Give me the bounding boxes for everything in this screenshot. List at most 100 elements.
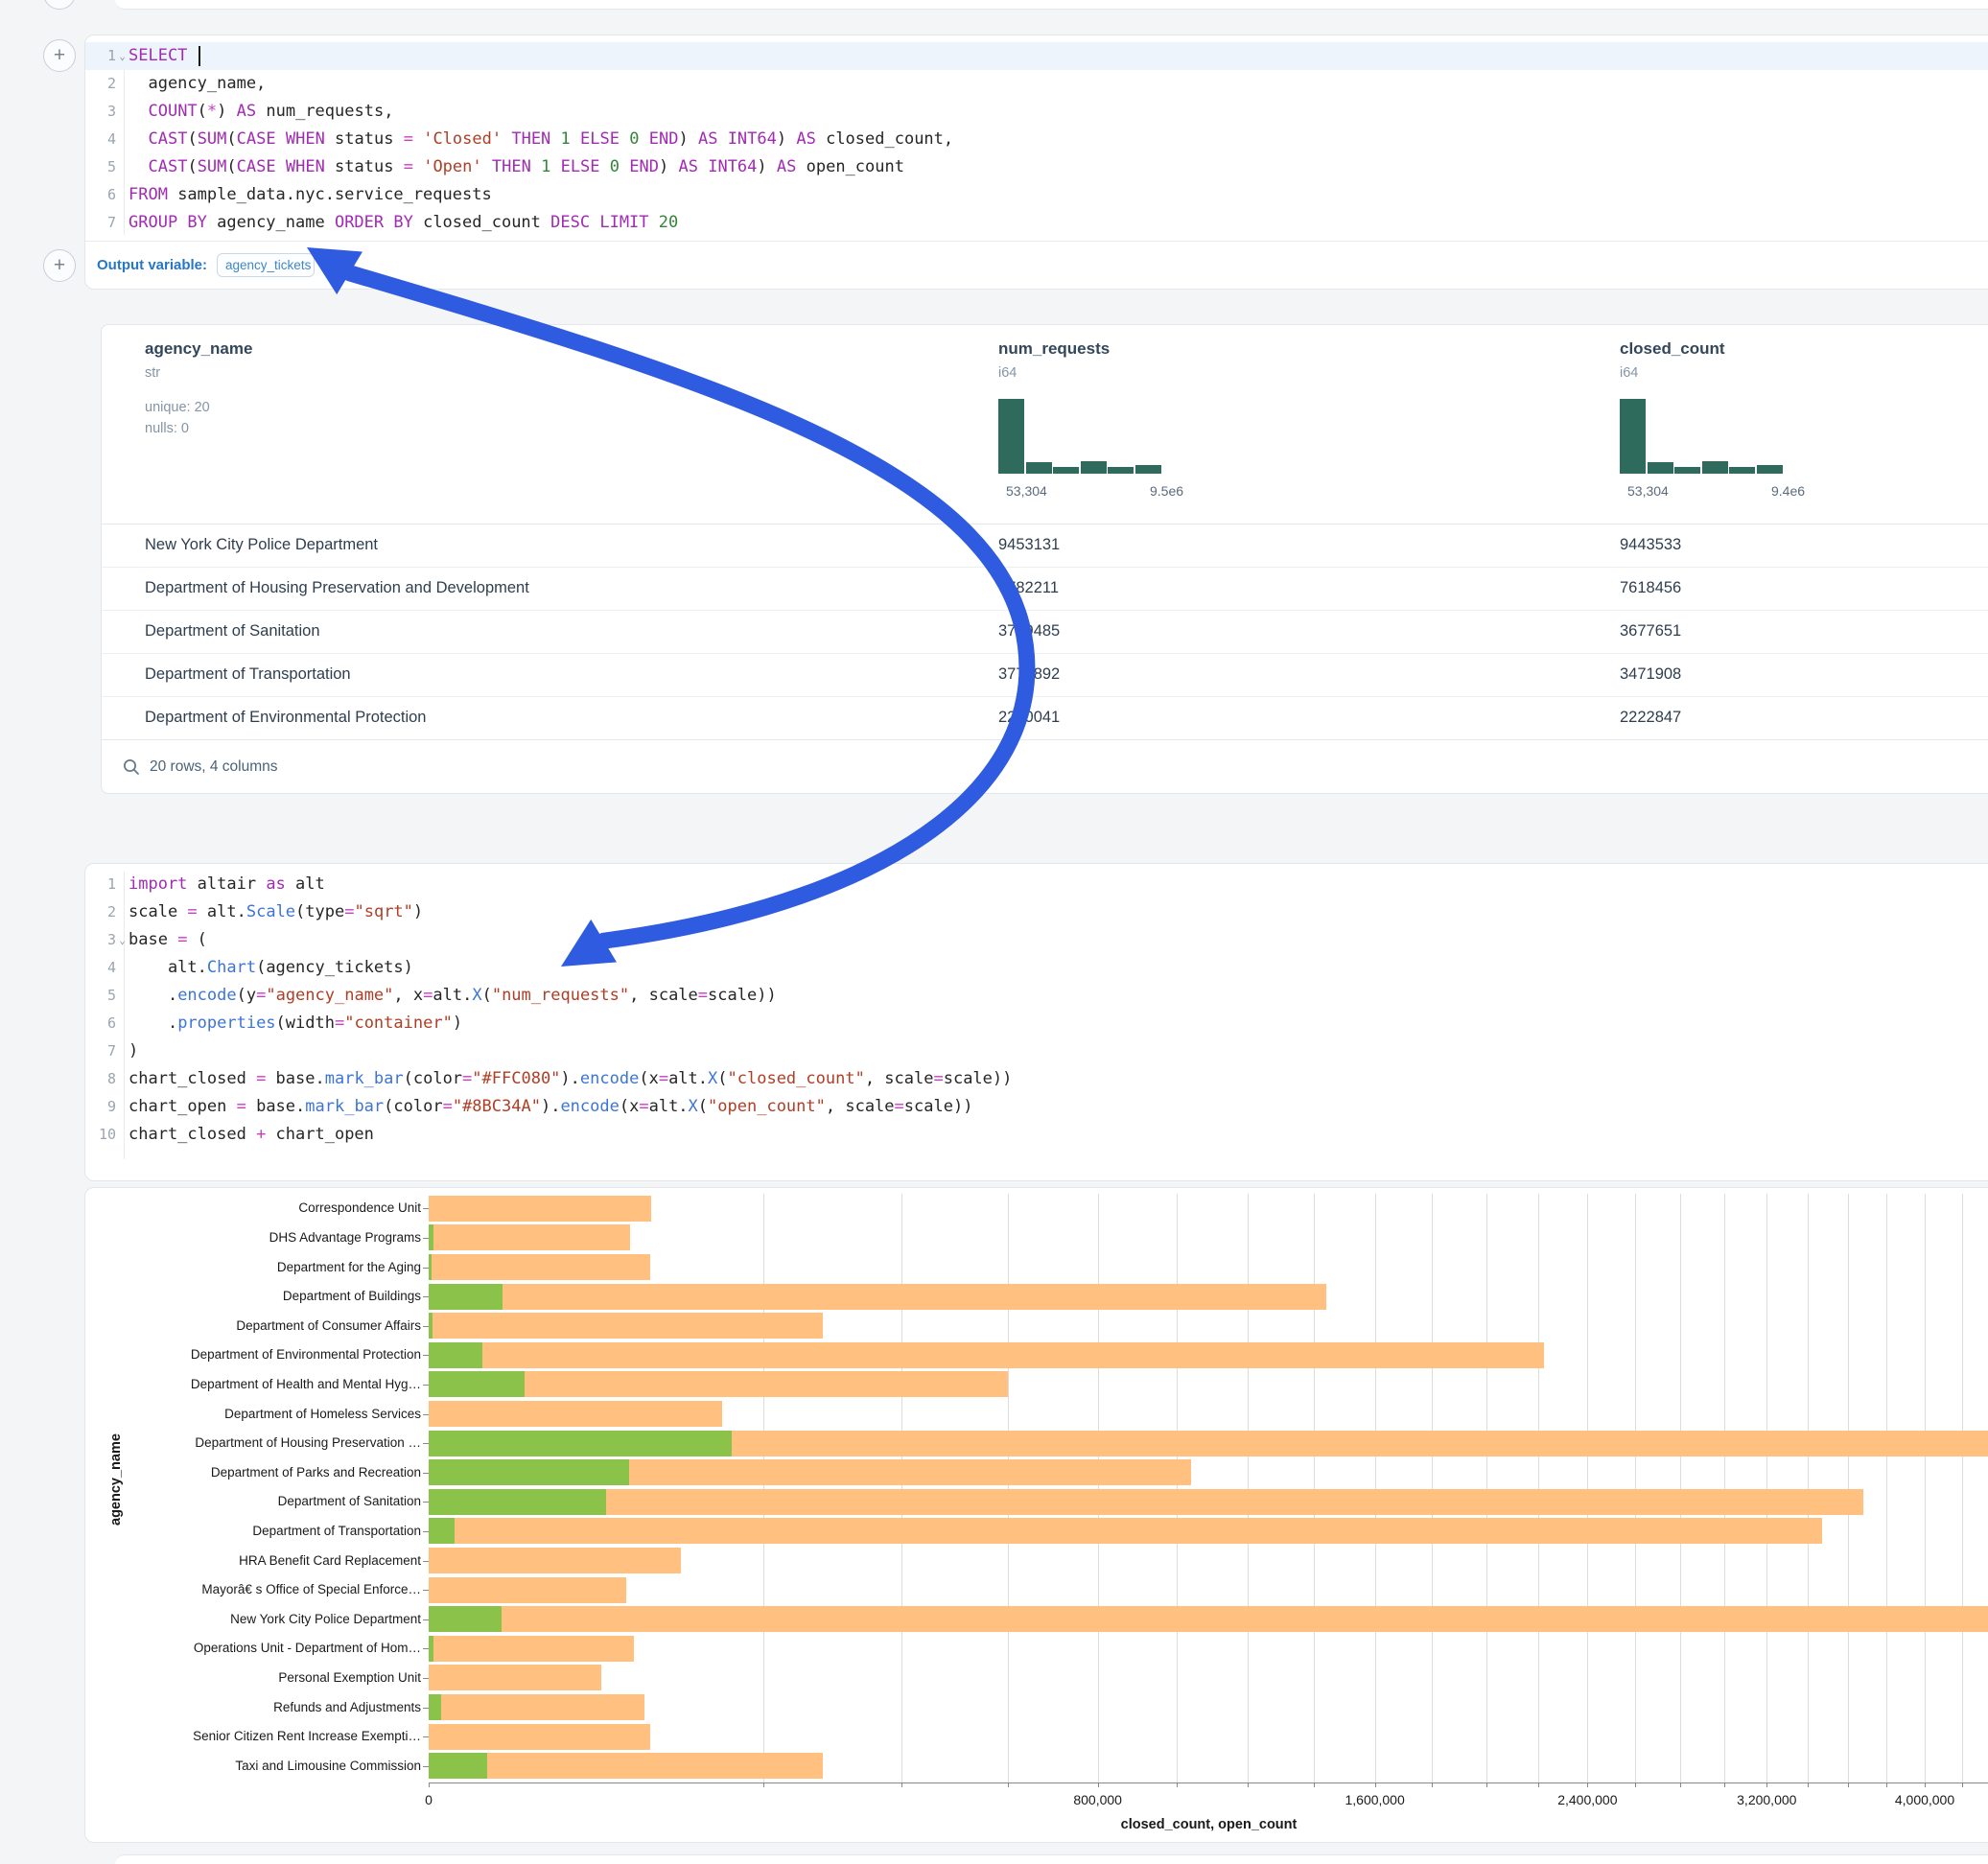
y-axis-tick [423, 1502, 429, 1503]
code-text: CAST(SUM(CASE WHEN status = 'Closed' THE… [129, 126, 953, 153]
table-cell: 3774892 [998, 653, 1060, 696]
y-axis-tick [423, 1355, 429, 1356]
line-number: 8 [93, 1065, 116, 1093]
bar-closed [429, 1284, 1326, 1310]
x-axis-tick-label: 4,000,000 [1895, 1792, 1954, 1807]
code-line[interactable]: 8chart_closed = base.mark_bar(color="#FF… [85, 1065, 1988, 1093]
output-variable-chip[interactable]: agency_tickets [217, 253, 315, 277]
line-number: 6 [93, 181, 116, 209]
line-number: 1 [93, 871, 116, 898]
y-axis-label: Taxi and Limousine Commission [235, 1759, 421, 1773]
bar-closed [429, 1753, 823, 1779]
bar-closed [429, 1577, 626, 1603]
table-row-count: 20 rows, 4 columns [150, 758, 278, 776]
code-line[interactable]: 5 .encode(y="agency_name", x=alt.X("num_… [85, 982, 1988, 1010]
bar-closed [429, 1196, 651, 1222]
y-axis-tick [423, 1561, 429, 1562]
column-stat: unique: 20 [145, 400, 210, 415]
code-line[interactable]: 2scale = alt.Scale(type="sqrt") [85, 898, 1988, 926]
code-line[interactable]: 10chart_closed + chart_open [85, 1121, 1988, 1149]
bar-closed [429, 1518, 1822, 1544]
code-line[interactable]: 9chart_open = base.mark_bar(color="#8BC3… [85, 1093, 1988, 1121]
gridline [1886, 1194, 1887, 1782]
bar-open [429, 1371, 525, 1397]
code-text: .encode(y="agency_name", x=alt.X("num_re… [129, 982, 777, 1010]
code-line[interactable]: 4 alt.Chart(agency_tickets) [85, 954, 1988, 982]
line-number: 5 [93, 153, 116, 181]
add-cell-button-1[interactable]: + [43, 39, 76, 72]
table-cell: Department of Environmental Protection [145, 696, 426, 739]
table-cell: Department of Sanitation [145, 610, 320, 653]
code-line[interactable]: 3⌄base = ( [85, 926, 1988, 954]
python-cell[interactable]: 1 import altair as alt2scale = alt.Scale(… [84, 863, 1988, 1181]
code-line[interactable]: 6FROM sample_data.nyc.service_requests [85, 181, 1988, 209]
bar-open [429, 1636, 433, 1662]
y-axis-tick [423, 1296, 429, 1297]
add-cell-button-2[interactable]: + [43, 249, 76, 282]
search-icon[interactable] [123, 758, 140, 776]
y-axis-label: Correspondence Unit [298, 1200, 421, 1215]
line-number: 7 [93, 1037, 116, 1065]
histogram-max-label: 9.4e6 [1771, 483, 1805, 499]
line-number: 7 [93, 209, 116, 237]
code-line[interactable]: 5 CAST(SUM(CASE WHEN status = 'Open' THE… [85, 153, 1988, 181]
bar-open [429, 1459, 629, 1485]
bar-closed [429, 1342, 1544, 1368]
histogram-min-label: 53,304 [1627, 483, 1669, 499]
next-cell-edge [115, 1854, 1988, 1864]
table-row: Department of Transportation377489234719… [102, 653, 1988, 696]
bar-closed [429, 1694, 644, 1720]
y-axis-tick [423, 1531, 429, 1532]
code-text: SELECT [129, 42, 200, 70]
code-line[interactable]: 6 .properties(width="container") [85, 1010, 1988, 1037]
gridline [1925, 1194, 1926, 1782]
y-axis-tick [423, 1385, 429, 1386]
column-histogram [998, 399, 1161, 474]
y-axis-tick [423, 1473, 429, 1474]
line-number: 10 [93, 1121, 116, 1149]
y-axis-label: Department of Consumer Affairs [236, 1318, 421, 1333]
y-axis-tick [423, 1326, 429, 1327]
add-cell-button-top[interactable]: + [43, 0, 76, 10]
table-footer: 20 rows, 4 columns [102, 739, 1988, 795]
table-row: Department of Sanitation37494853677651 [102, 610, 1988, 653]
code-text: import altair as alt [129, 871, 325, 898]
bar-closed [429, 1489, 1863, 1515]
column-header: closed_count [1620, 339, 1725, 359]
y-axis-tick [423, 1678, 429, 1679]
y-axis-label: Personal Exemption Unit [278, 1670, 421, 1685]
code-line[interactable]: 2 agency_name, [85, 70, 1988, 98]
bar-open [429, 1224, 433, 1250]
python-code-editor[interactable]: 1 import altair as alt2scale = alt.Scale(… [85, 871, 1988, 1149]
line-number: 6 [93, 1010, 116, 1037]
table-cell: 9443533 [1620, 524, 1681, 567]
code-line[interactable]: 1⌄SELECT [85, 42, 1988, 70]
table-cell: New York City Police Department [145, 524, 378, 567]
code-text: base = ( [129, 926, 207, 954]
bar-closed [429, 1401, 722, 1427]
code-line[interactable]: 7) [85, 1037, 1988, 1065]
column-type: i64 [998, 365, 1017, 381]
y-axis-tick [423, 1648, 429, 1649]
x-axis-tick-label: 0 [425, 1792, 433, 1807]
code-text: .properties(width="container") [129, 1010, 462, 1037]
collapse-chevron-icon[interactable]: ⌄ [116, 42, 129, 70]
sql-cell[interactable]: 1⌄SELECT 2 agency_name,3 COUNT(*) AS num… [84, 35, 1988, 290]
y-axis-label: DHS Advantage Programs [269, 1230, 421, 1245]
bar-open [429, 1489, 606, 1515]
sql-code-editor[interactable]: 1⌄SELECT 2 agency_name,3 COUNT(*) AS num… [85, 42, 1988, 237]
code-line[interactable]: 4 CAST(SUM(CASE WHEN status = 'Closed' T… [85, 126, 1988, 153]
collapse-chevron-icon[interactable]: ⌄ [116, 926, 129, 954]
x-axis-tick-label: 2,400,000 [1557, 1792, 1617, 1807]
histogram-min-label: 53,304 [1006, 483, 1047, 499]
bar-open [429, 1284, 503, 1310]
bar-closed [429, 1313, 823, 1339]
code-line[interactable]: 7GROUP BY agency_name ORDER BY closed_co… [85, 209, 1988, 237]
code-line[interactable]: 1 import altair as alt [85, 871, 1988, 898]
code-line[interactable]: 3 COUNT(*) AS num_requests, [85, 98, 1988, 126]
bar-open [429, 1606, 502, 1632]
bar-open [429, 1254, 432, 1280]
line-number: 2 [93, 70, 116, 98]
code-text: scale = alt.Scale(type="sqrt") [129, 898, 423, 926]
x-axis-tick-label: 800,000 [1073, 1792, 1122, 1807]
